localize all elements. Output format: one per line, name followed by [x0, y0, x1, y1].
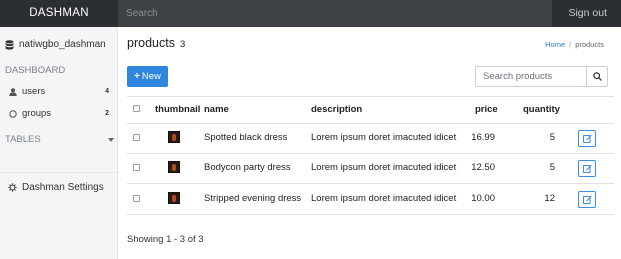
breadcrumb-separator: / [569, 40, 572, 49]
breadcrumb: Home / products [545, 40, 604, 49]
row-checkbox[interactable] [133, 164, 140, 171]
table-border [127, 183, 614, 184]
table-border [127, 214, 614, 215]
breadcrumb-home-link[interactable]: Home [545, 40, 565, 49]
product-name: Spotted black dress [204, 132, 288, 143]
product-quantity: 5 [549, 132, 555, 143]
page-title: products [127, 36, 175, 50]
sidebar: natiwgbo_dashman DASHBOARD users 4 group… [0, 27, 118, 259]
product-description: Lorem ipsum doret imacuted idicet [311, 162, 457, 173]
row-checkbox[interactable] [133, 195, 140, 202]
edit-button[interactable] [578, 160, 596, 177]
product-thumbnail[interactable] [168, 192, 180, 204]
breadcrumb-current: products [575, 40, 604, 49]
edit-button[interactable] [578, 191, 596, 208]
record-count: 3 [180, 39, 186, 50]
plus-icon: + [134, 71, 140, 82]
table-border [127, 153, 614, 154]
gear-icon [8, 183, 17, 192]
column-header-thumbnail[interactable]: thumbnail [155, 104, 200, 115]
global-search-input[interactable] [118, 0, 552, 27]
edit-icon [582, 135, 592, 143]
sign-out-link[interactable]: Sign out [568, 0, 607, 27]
search-icon [592, 72, 602, 81]
users-count-badge: 4 [105, 88, 109, 95]
product-name: Stripped evening dress [204, 193, 302, 204]
edit-button[interactable] [578, 130, 596, 147]
tables-heading: TABLES [5, 134, 41, 145]
database-name: natiwgbo_dashman [19, 39, 106, 50]
sidebar-item-settings[interactable]: Dashman Settings [8, 182, 126, 193]
new-button-label: New [141, 71, 161, 82]
product-thumbnail[interactable] [168, 131, 180, 143]
product-price: 12.50 [471, 162, 495, 173]
select-all-checkbox[interactable] [133, 105, 140, 112]
search-button[interactable] [586, 66, 608, 87]
user-icon [9, 87, 17, 96]
circle-icon [9, 109, 17, 118]
product-name: Bodycon party dress [204, 162, 291, 173]
sidebar-item-label: groups [22, 108, 52, 119]
product-price: 10.00 [471, 193, 495, 204]
settings-label: Dashman Settings [22, 182, 104, 193]
caret-down-icon [108, 137, 114, 142]
tables-section-toggle[interactable]: TABLES [5, 134, 123, 145]
sidebar-item-groups[interactable]: groups 2 [9, 108, 109, 119]
product-description: Lorem ipsum doret imacuted idicet [311, 132, 457, 143]
column-header-description[interactable]: description [311, 104, 362, 115]
new-product-button[interactable]: + New [127, 66, 168, 87]
column-header-price[interactable]: price [475, 104, 498, 115]
product-quantity: 5 [549, 162, 555, 173]
row-checkbox[interactable] [133, 134, 140, 141]
column-header-quantity[interactable]: quantity [523, 104, 560, 115]
product-price: 16.99 [471, 132, 495, 143]
table-border [127, 123, 614, 124]
product-thumbnail[interactable] [168, 161, 180, 173]
sidebar-item-label: users [22, 86, 46, 97]
product-search-input[interactable] [475, 66, 587, 87]
table-border [127, 96, 614, 97]
sidebar-divider [0, 172, 117, 173]
pagination-summary: Showing 1 - 3 of 3 [127, 234, 204, 245]
product-quantity: 12 [544, 193, 555, 204]
app-brand[interactable]: DASHMAN [0, 0, 118, 27]
edit-icon [582, 165, 592, 173]
database-icon [5, 39, 14, 50]
edit-icon [582, 196, 592, 204]
column-header-name[interactable]: name [204, 104, 229, 115]
product-description: Lorem ipsum doret imacuted idicet [311, 193, 457, 204]
groups-count-badge: 2 [105, 110, 109, 117]
sidebar-database[interactable]: natiwgbo_dashman [5, 39, 123, 50]
sidebar-item-users[interactable]: users 4 [9, 86, 109, 97]
dashboard-heading: DASHBOARD [5, 65, 66, 76]
top-navbar: DASHMAN Sign out [0, 0, 621, 27]
